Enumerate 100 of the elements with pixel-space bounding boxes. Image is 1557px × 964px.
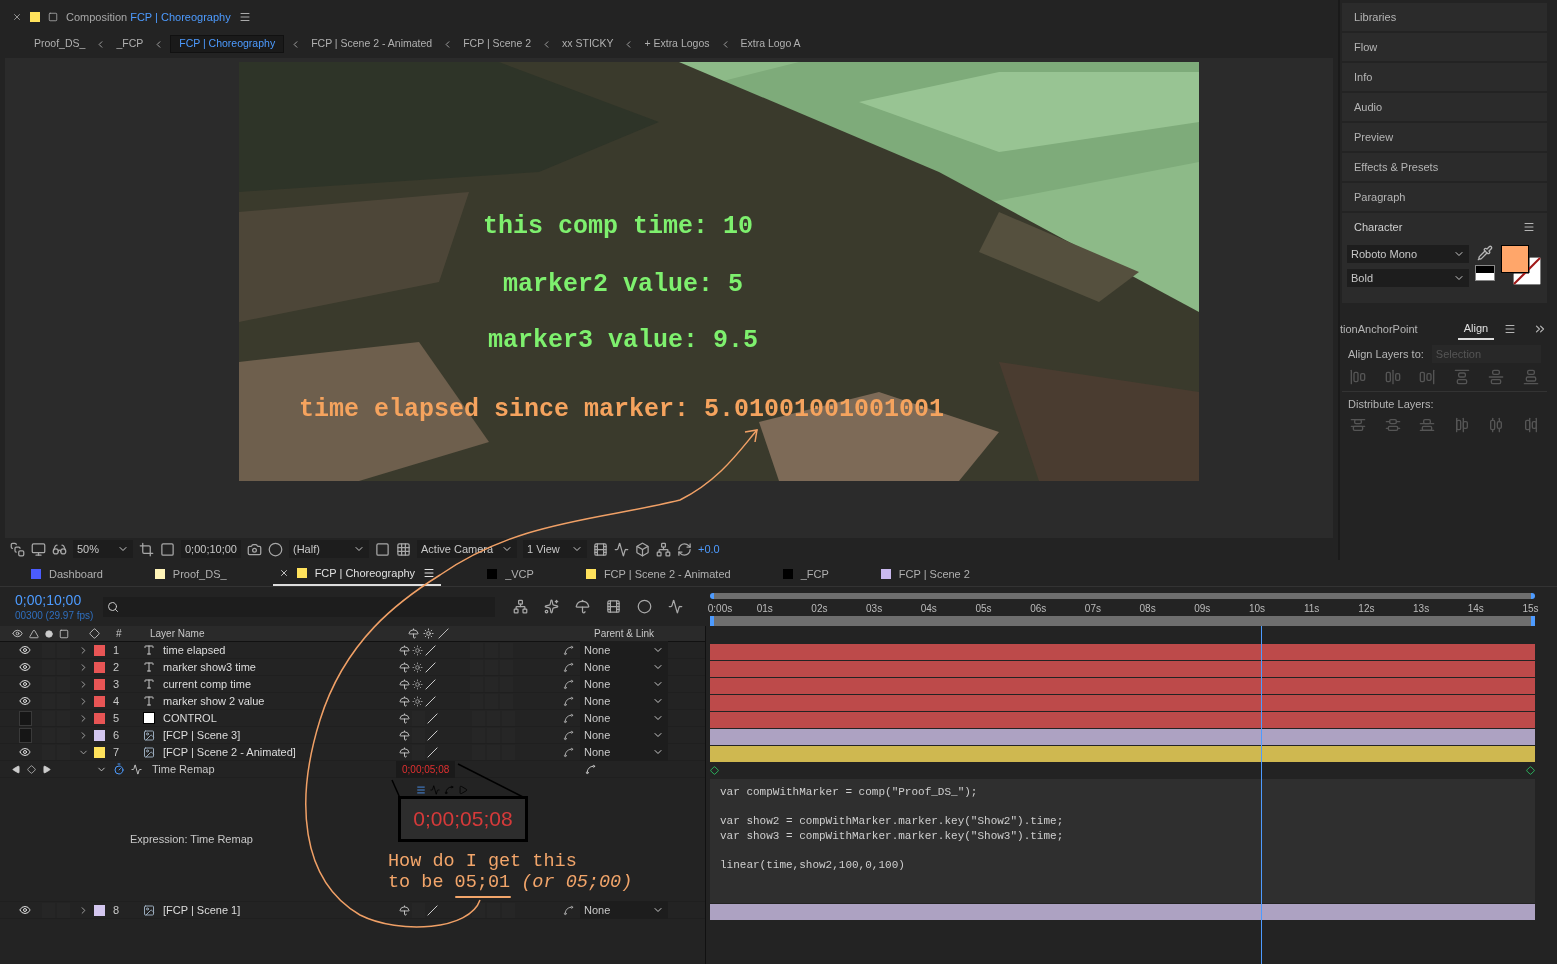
close-icon[interactable] bbox=[12, 12, 22, 22]
pick-whip-icon[interactable] bbox=[563, 644, 574, 656]
sun-switch-icon[interactable] bbox=[412, 695, 423, 707]
film-icon[interactable] bbox=[593, 541, 608, 557]
exposure-value[interactable]: +0.0 bbox=[698, 540, 720, 558]
shy-switch-icon[interactable] bbox=[399, 661, 410, 673]
visibility-icon[interactable] bbox=[19, 904, 31, 916]
pick-whip-icon[interactable] bbox=[563, 678, 574, 690]
layer-bar[interactable] bbox=[710, 728, 1535, 745]
panel-header[interactable]: Effects & Presets bbox=[1342, 153, 1547, 181]
panel-header[interactable]: Paragraph bbox=[1342, 183, 1547, 211]
sun-switch-icon[interactable] bbox=[412, 661, 423, 673]
keyframe-icon[interactable] bbox=[1526, 766, 1535, 775]
visibility-toggle[interactable] bbox=[18, 727, 32, 743]
panel-header[interactable]: Libraries bbox=[1342, 3, 1547, 31]
keyframe-icon[interactable] bbox=[27, 764, 36, 774]
panel-tab[interactable]: tionAnchorPoint bbox=[1340, 318, 1418, 340]
previous-keyframe-icon[interactable] bbox=[12, 764, 21, 774]
panel-tab[interactable]: Align bbox=[1457, 318, 1495, 340]
label-swatch[interactable] bbox=[94, 729, 105, 741]
next-keyframe-icon[interactable] bbox=[42, 764, 51, 774]
label-swatch[interactable] bbox=[94, 661, 105, 673]
menu-icon[interactable] bbox=[238, 11, 251, 23]
visibility-icon[interactable] bbox=[19, 644, 31, 656]
breadcrumb[interactable]: Extra Logo A bbox=[736, 35, 805, 53]
resolution-dropdown[interactable]: (Half) bbox=[289, 540, 369, 558]
label-swatch[interactable] bbox=[94, 746, 105, 758]
parent-dropdown[interactable]: None bbox=[580, 692, 668, 710]
parent-dropdown[interactable]: None bbox=[580, 901, 668, 919]
flowchart-icon[interactable] bbox=[513, 599, 529, 614]
square-icon[interactable] bbox=[375, 541, 390, 557]
parent-dropdown[interactable]: None bbox=[580, 743, 668, 761]
parent-dropdown[interactable]: None bbox=[580, 658, 668, 676]
menu-icon[interactable] bbox=[1504, 323, 1517, 335]
font-dropdown[interactable]: Roboto Mono bbox=[1347, 245, 1469, 263]
fill-swatch[interactable] bbox=[1501, 245, 1529, 273]
quality-switch-icon[interactable] bbox=[427, 729, 438, 741]
layer-bar[interactable] bbox=[710, 745, 1535, 762]
label-swatch[interactable] bbox=[94, 644, 105, 656]
visibility-icon[interactable] bbox=[19, 746, 31, 758]
layer-name[interactable]: marker show3 time bbox=[163, 658, 393, 676]
layer-name[interactable]: marker show 2 value bbox=[163, 692, 393, 710]
parent-dropdown[interactable]: None bbox=[580, 675, 668, 693]
current-time[interactable]: 0;00;10;00 bbox=[15, 591, 94, 609]
visibility-icon[interactable] bbox=[19, 661, 31, 673]
shy-icon[interactable] bbox=[575, 599, 591, 614]
draft-3d-icon[interactable] bbox=[544, 599, 560, 614]
parent-dropdown[interactable]: None bbox=[580, 641, 668, 659]
shy-switch-icon[interactable] bbox=[399, 746, 410, 758]
label-swatch[interactable] bbox=[94, 678, 105, 690]
panel-header[interactable]: Preview bbox=[1342, 123, 1547, 151]
shy-switch-icon[interactable] bbox=[399, 678, 410, 690]
frame-blend-icon[interactable] bbox=[606, 599, 622, 614]
view-dropdown[interactable]: 1 View bbox=[523, 540, 587, 558]
timeline-tab[interactable]: _VCP bbox=[481, 562, 540, 586]
stopwatch-icon[interactable] bbox=[113, 763, 125, 775]
breadcrumb[interactable]: FCP | Scene 2 - Animated bbox=[307, 35, 437, 53]
quality-switch-icon[interactable] bbox=[425, 661, 436, 673]
layer-name[interactable]: [FCP | Scene 3] bbox=[163, 726, 393, 744]
pick-whip-icon[interactable] bbox=[563, 904, 574, 916]
snapshot-icon[interactable] bbox=[10, 541, 25, 557]
menu-icon[interactable] bbox=[1523, 221, 1535, 233]
pick-whip-icon[interactable] bbox=[563, 746, 574, 758]
more-panels-icon[interactable] bbox=[1533, 322, 1547, 336]
sun-switch-icon[interactable] bbox=[412, 678, 423, 690]
flowchart-icon[interactable] bbox=[656, 541, 671, 557]
quality-switch-icon[interactable] bbox=[427, 712, 438, 724]
monitor-icon[interactable] bbox=[31, 541, 46, 557]
timeline-tab[interactable]: _FCP bbox=[776, 562, 835, 586]
quality-switch-icon[interactable] bbox=[427, 904, 438, 916]
timecode-field[interactable]: 0;00;10;00 bbox=[181, 540, 241, 558]
visibility-icon[interactable] bbox=[19, 678, 31, 690]
layer-name[interactable]: [FCP | Scene 2 - Animated] bbox=[163, 743, 393, 761]
breadcrumb[interactable]: Proof_DS_ bbox=[30, 35, 90, 53]
label-swatch[interactable] bbox=[94, 712, 105, 724]
layer-name[interactable]: time elapsed bbox=[163, 641, 393, 659]
quality-switch-icon[interactable] bbox=[425, 695, 436, 707]
eyedropper-icon[interactable] bbox=[1477, 245, 1493, 261]
breadcrumb[interactable]: xx STICKY bbox=[558, 35, 618, 53]
shy-switch-icon[interactable] bbox=[399, 644, 410, 656]
camera-icon[interactable] bbox=[247, 541, 262, 557]
shy-switch-icon[interactable] bbox=[399, 729, 410, 741]
graph-editor-icon[interactable] bbox=[668, 599, 684, 614]
layer-name[interactable]: [FCP | Scene 1] bbox=[163, 901, 393, 919]
breadcrumb[interactable]: FCP | Scene 2 bbox=[459, 35, 536, 53]
quality-switch-icon[interactable] bbox=[425, 644, 436, 656]
grid-icon[interactable] bbox=[396, 541, 411, 557]
graph-icon[interactable] bbox=[131, 763, 142, 775]
timeline-tab[interactable]: Dashboard bbox=[25, 562, 109, 586]
visibility-toggle[interactable] bbox=[18, 710, 32, 726]
visibility-icon[interactable] bbox=[19, 695, 31, 707]
zoom-dropdown[interactable]: 50% bbox=[73, 540, 133, 558]
panel-header[interactable]: Audio bbox=[1342, 93, 1547, 121]
box-icon[interactable] bbox=[635, 541, 650, 557]
quality-switch-icon[interactable] bbox=[425, 678, 436, 690]
pick-whip-icon[interactable] bbox=[563, 729, 574, 741]
shy-switch-icon[interactable] bbox=[399, 712, 410, 724]
layer-name[interactable]: CONTROL bbox=[163, 709, 393, 727]
parent-dropdown[interactable]: None bbox=[580, 709, 668, 727]
breadcrumb[interactable]: FCP | Choreography bbox=[170, 35, 285, 53]
